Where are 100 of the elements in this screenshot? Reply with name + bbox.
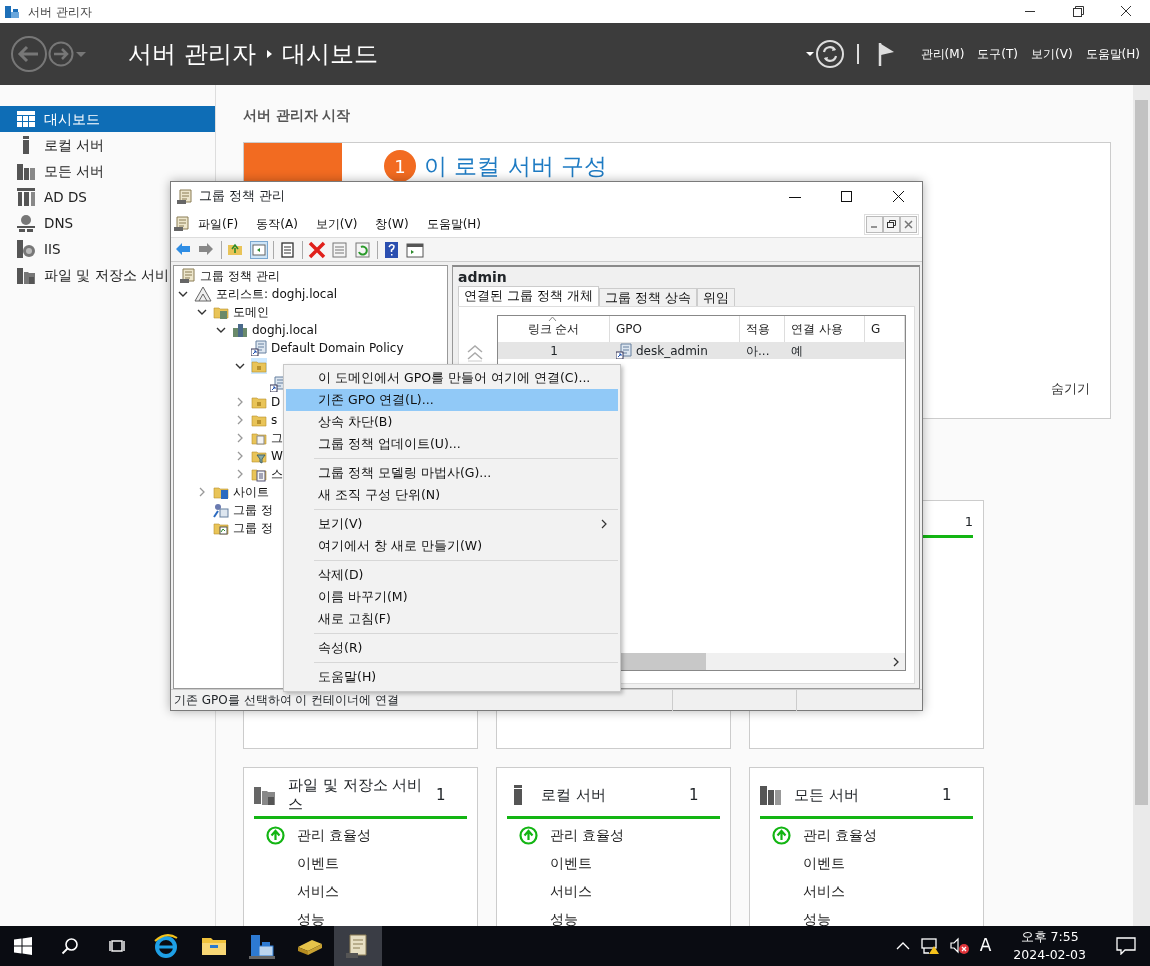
tree-item[interactable]: 포리스트: doghj.local	[215, 285, 339, 303]
hide-link[interactable]: 숨기기	[1051, 378, 1090, 398]
tab[interactable]: 그룹 정책 상속	[598, 288, 697, 306]
menu-item[interactable]: 도구(T)	[977, 45, 1019, 63]
org-unit-icon	[251, 412, 267, 428]
status-link[interactable]: 이벤트	[550, 852, 592, 874]
tree-item[interactable]: D	[270, 393, 282, 411]
tab[interactable]: 연결된 그룹 정책 개체	[458, 286, 599, 306]
menu-item[interactable]: 보기(V)	[1031, 45, 1073, 63]
restore-button[interactable]	[883, 215, 900, 233]
sites-icon	[213, 484, 229, 500]
menu-item[interactable]: 관리(M)	[920, 45, 965, 63]
tree-item[interactable]: 그룹 정책 관리	[199, 267, 281, 285]
forward-button[interactable]	[48, 41, 74, 67]
window-title: 서버 관리자	[28, 3, 92, 21]
tree-item[interactable]: 스	[270, 465, 284, 483]
notification-icon[interactable]	[1116, 937, 1136, 955]
dropdown-icon[interactable]	[804, 50, 815, 58]
table-cell-text: 예	[790, 342, 804, 360]
status-link[interactable]: 서비스	[297, 880, 339, 902]
app-menu-icon	[174, 216, 190, 232]
action-pane-icon[interactable]	[406, 240, 424, 259]
menu-item[interactable]: 보기(V)	[307, 215, 368, 233]
scrollbar[interactable]	[1133, 85, 1150, 926]
menu-item[interactable]: 도움말(H)	[418, 215, 492, 233]
console-tree-icon[interactable]	[250, 240, 268, 259]
breadcrumb-item[interactable]: 서버 관리자	[128, 36, 256, 72]
status-link[interactable]: 성능	[550, 908, 578, 926]
back-button[interactable]	[10, 35, 48, 73]
scroll-icon	[180, 268, 196, 284]
sidebar-item[interactable]: IIS	[0, 236, 215, 262]
menu-item[interactable]: 속성(R)	[286, 637, 618, 659]
tree-item[interactable]: 사이트	[232, 483, 270, 501]
clock-time[interactable]: 오후 7:55	[1020, 928, 1079, 946]
tree-item[interactable]: 도메인	[232, 303, 270, 321]
tree-item[interactable]: 그룹 정	[232, 519, 274, 537]
clock-date[interactable]: 2024-02-03	[1013, 946, 1086, 964]
tree-item[interactable]: 그	[270, 429, 284, 447]
chevron-up-icon[interactable]	[895, 941, 910, 951]
refresh-button[interactable]	[814, 39, 845, 69]
tree-item[interactable]: Default Domain Policy	[270, 339, 405, 357]
tree-item[interactable]: 그룹 정	[232, 501, 274, 519]
tree-item[interactable]: s	[270, 411, 279, 429]
status-link[interactable]: 서비스	[550, 880, 592, 902]
tab[interactable]: 위임	[696, 288, 735, 306]
step-link[interactable]: 이 로컬 서버 구성	[424, 149, 607, 184]
menu-item[interactable]: 새 조직 구성 단위(N)	[286, 484, 618, 506]
menu-item[interactable]: 이 도메인에서 GPO를 만들어 여기에 연결(C)...	[286, 367, 618, 389]
menu-item[interactable]: 보기(V)	[286, 513, 618, 535]
count-text: 1	[436, 784, 446, 806]
status-link[interactable]: 이벤트	[297, 852, 339, 874]
clipboard-icon[interactable]	[279, 240, 297, 259]
dns-icon	[17, 214, 35, 232]
policy-link-icon	[251, 340, 267, 356]
menu-item[interactable]: 여기에서 창 새로 만들기(W)	[286, 535, 618, 557]
taskbar-button[interactable]	[334, 926, 382, 966]
table-cell-text: 1	[549, 342, 559, 360]
close-button[interactable]	[900, 215, 917, 233]
refresh-icon[interactable]	[354, 240, 372, 259]
group-title[interactable]: 모든 서버	[794, 785, 942, 805]
menu-item[interactable]: 그룹 정책 업데이트(U)...	[286, 433, 618, 455]
help-icon[interactable]	[383, 240, 401, 259]
network-warning-icon[interactable]	[919, 937, 940, 955]
window-title: 그룹 정책 관리	[199, 187, 285, 206]
folder-icon	[201, 935, 227, 957]
tree-item[interactable]: doghj.local	[251, 321, 319, 339]
menu-item[interactable]: 새로 고침(F)	[286, 608, 618, 630]
tree-item[interactable]: W	[270, 447, 284, 465]
count-text: 1	[689, 784, 699, 806]
menu-item[interactable]: 삭제(D)	[286, 564, 618, 586]
status-link[interactable]: 이벤트	[803, 852, 845, 874]
menu-item[interactable]: 기존 GPO 연결(L)...	[286, 389, 618, 411]
menu-item[interactable]: 이름 바꾸기(M)	[286, 586, 618, 608]
move-up-icon[interactable]	[465, 344, 485, 362]
menu-item[interactable]: 도움말(H)	[1085, 45, 1140, 63]
delete-icon[interactable]	[308, 240, 326, 259]
app-icon	[4, 3, 20, 20]
sidebar-item[interactable]: 대시보드	[0, 106, 215, 132]
menu-item[interactable]: 창(W)	[367, 215, 419, 233]
dashboard-icon	[17, 111, 35, 127]
servers-icon	[760, 784, 782, 806]
sidebar-item[interactable]: 모든 서버	[0, 158, 215, 184]
menu-item[interactable]: 상속 차단(B)	[286, 411, 618, 433]
group-title[interactable]: 파일 및 저장소 서비스	[288, 776, 436, 814]
status-link[interactable]: 서비스	[803, 880, 845, 902]
menu-item[interactable]: 파일(F)	[190, 215, 249, 233]
status-link[interactable]: 성능	[297, 908, 325, 926]
status-link[interactable]: 성능	[803, 908, 831, 926]
menu-item[interactable]: 도움말(H)	[286, 666, 618, 688]
status-link[interactable]: 관리 효율성	[550, 824, 625, 846]
input-method-indicator[interactable]: A	[979, 933, 992, 959]
menu-item[interactable]: 동작(A)	[248, 215, 308, 233]
table-row[interactable]: 1 desk_admin 아... 예	[498, 342, 905, 359]
sidebar-item[interactable]: 로컬 서버	[0, 132, 215, 158]
menu-item[interactable]: 그룹 정책 모델링 마법사(G)...	[286, 462, 618, 484]
scroll-right-icon	[892, 657, 900, 667]
status-link[interactable]: 관리 효율성	[803, 824, 878, 846]
volume-muted-icon[interactable]	[949, 937, 970, 955]
status-link[interactable]: 관리 효율성	[297, 824, 372, 846]
group-title[interactable]: 로컬 서버	[541, 785, 689, 805]
